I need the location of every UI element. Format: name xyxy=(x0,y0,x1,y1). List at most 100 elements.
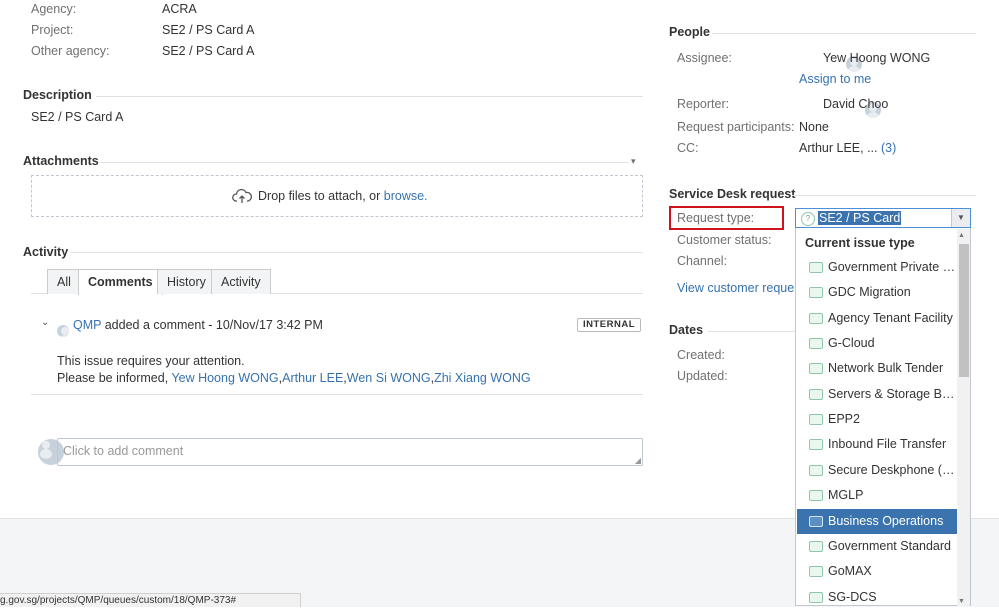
dropdown-option[interactable]: Agency Tenant Facility xyxy=(797,306,957,331)
comment-header: QMP added a comment - 10/Nov/17 3:42 PM xyxy=(73,318,323,332)
tab-all[interactable]: All xyxy=(47,269,81,294)
status-bar-url: g.gov.sg/projects/QMP/queues/custom/18/Q… xyxy=(0,593,301,607)
dropdown-option[interactable]: Network Bulk Tender xyxy=(797,356,957,381)
comment-line-2: Please be informed, Yew Hoong WONG,Arthu… xyxy=(57,371,531,385)
mention-yew-hoong-wong[interactable]: Yew Hoong WONG xyxy=(171,371,278,385)
mention-wen-si-wong[interactable]: Wen Si WONG xyxy=(347,371,431,385)
participants-value[interactable]: None xyxy=(799,120,829,134)
attachments-options-icon[interactable]: ▾ xyxy=(631,156,636,167)
attachments-heading: Attachments xyxy=(23,154,99,168)
dropdown-option[interactable]: Business Operations xyxy=(797,509,957,534)
add-comment-placeholder: Click to add comment xyxy=(63,444,184,458)
request-type-label: Request type: xyxy=(677,211,755,225)
request-type-icon xyxy=(809,389,823,401)
comment-bottom-rule xyxy=(31,394,643,395)
collapse-chevron-icon[interactable]: ⌄ xyxy=(41,317,49,328)
request-type-input[interactable]: SE2 / PS Card xyxy=(818,211,902,225)
agency-label: Agency: xyxy=(31,2,77,16)
assignee-label: Assignee: xyxy=(677,51,732,65)
mention-arthur-lee[interactable]: Arthur LEE xyxy=(282,371,343,385)
dropdown-option[interactable]: Government Standard xyxy=(797,534,957,559)
cloud-upload-icon xyxy=(232,188,252,207)
service-desk-rule xyxy=(792,195,976,196)
request-type-select[interactable]: ? SE2 / PS Card ▼ xyxy=(795,208,971,228)
tab-comments[interactable]: Comments xyxy=(78,269,163,295)
comment-line-2-prefix: Please be informed, xyxy=(57,371,169,385)
dropdown-option[interactable]: EPP2 xyxy=(797,407,957,432)
request-type-icon xyxy=(809,287,823,299)
resize-handle-icon[interactable]: ◢ xyxy=(635,457,641,465)
dropdown-option[interactable]: GDC Migration xyxy=(797,280,957,305)
dropdown-option-label: Servers & Storage Bulk Tender xyxy=(828,387,957,401)
request-type-icon xyxy=(809,592,823,604)
view-customer-request-link[interactable]: View customer request xyxy=(677,281,796,295)
dropdown-option-label: Government Private Cloud xyxy=(828,260,957,274)
dropdown-scrollbar-thumb[interactable] xyxy=(959,244,969,377)
comment-line-1: This issue requires your attention. xyxy=(57,354,245,368)
cc-value[interactable]: Arthur LEE, ... xyxy=(799,141,878,155)
assign-to-me-link[interactable]: Assign to me xyxy=(799,72,871,86)
dropdown-option-label: Agency Tenant Facility xyxy=(828,311,953,325)
request-type-icon xyxy=(809,541,823,553)
dropdown-option[interactable]: Inbound File Transfer xyxy=(797,432,957,457)
created-label: Created: xyxy=(677,348,725,362)
drop-files-text: Drop files to attach, or xyxy=(258,189,381,203)
channel-label: Channel: xyxy=(677,254,728,268)
dropdown-option-label: Business Operations xyxy=(828,514,944,528)
other-agency-value: SE2 / PS Card A xyxy=(162,44,255,58)
description-rule xyxy=(96,96,643,97)
request-type-icon xyxy=(809,262,823,274)
dropdown-option[interactable]: GoMAX xyxy=(797,559,957,584)
description-heading: Description xyxy=(23,88,92,102)
add-comment-field[interactable]: Click to add comment ◢ xyxy=(57,438,643,466)
cc-count-link[interactable]: (3) xyxy=(881,141,896,155)
browse-link[interactable]: browse. xyxy=(384,189,428,203)
request-type-help-icon: ? xyxy=(801,212,815,226)
dropdown-option-label: Government Standard xyxy=(828,539,951,553)
service-desk-heading: Service Desk request xyxy=(669,187,796,201)
dropdown-option[interactable]: Secure Deskphone (SDP) xyxy=(797,458,957,483)
tab-history[interactable]: History xyxy=(157,269,216,294)
people-rule xyxy=(712,33,976,34)
agency-value: ACRA xyxy=(162,2,197,16)
dropdown-option[interactable]: Servers & Storage Bulk Tender xyxy=(797,382,957,407)
scroll-down-arrow-icon[interactable]: ▼ xyxy=(958,598,965,605)
reporter-name[interactable]: David Choo xyxy=(823,97,888,111)
dropdown-option-label: G-Cloud xyxy=(828,336,875,350)
cc-label: CC: xyxy=(677,141,699,155)
dropdown-option-label: GoMAX xyxy=(828,564,872,578)
request-type-icon xyxy=(809,414,823,426)
request-type-icon xyxy=(809,465,823,477)
dropdown-option-label: Secure Deskphone (SDP) xyxy=(828,463,957,477)
request-type-icon xyxy=(809,363,823,375)
request-type-icon xyxy=(809,566,823,578)
comment-author-link[interactable]: QMP xyxy=(73,318,101,332)
dropdown-option-label: MGLP xyxy=(828,488,864,502)
dropdown-option-label: EPP2 xyxy=(828,412,860,426)
people-heading: People xyxy=(669,25,710,39)
scroll-up-arrow-icon[interactable]: ▲ xyxy=(958,232,965,239)
customer-status-label: Customer status: xyxy=(677,233,772,247)
select-dropdown-arrow-icon[interactable]: ▼ xyxy=(951,209,970,227)
dates-rule xyxy=(708,331,796,332)
assignee-name[interactable]: Yew Hoong WONG xyxy=(823,51,930,65)
dropdown-group-label: Current issue type xyxy=(805,236,915,250)
dropdown-option[interactable]: Government Private Cloud xyxy=(797,255,957,280)
dropdown-option-label: SG-DCS xyxy=(828,590,877,604)
comment-action: added a comment - 10/Nov/17 3:42 PM xyxy=(104,318,323,332)
activity-heading: Activity xyxy=(23,245,69,259)
attachments-rule xyxy=(100,162,628,163)
dropdown-option[interactable]: SG-DCS xyxy=(797,585,957,610)
project-value: SE2 / PS Card A xyxy=(162,23,255,37)
drop-text-row: Drop files to attach, or browse. xyxy=(258,189,428,203)
description-text[interactable]: SE2 / PS Card A xyxy=(31,110,123,124)
dropdown-option[interactable]: G-Cloud xyxy=(797,331,957,356)
tab-activity[interactable]: Activity xyxy=(211,269,271,294)
dropdown-option[interactable]: MGLP xyxy=(797,483,957,508)
request-type-icon xyxy=(809,338,823,350)
request-type-icon xyxy=(809,490,823,502)
updated-label: Updated: xyxy=(677,369,728,383)
internal-badge: INTERNAL xyxy=(577,318,642,332)
mention-zhi-xiang-wong[interactable]: Zhi Xiang WONG xyxy=(434,371,531,385)
qmp-avatar xyxy=(57,325,69,337)
